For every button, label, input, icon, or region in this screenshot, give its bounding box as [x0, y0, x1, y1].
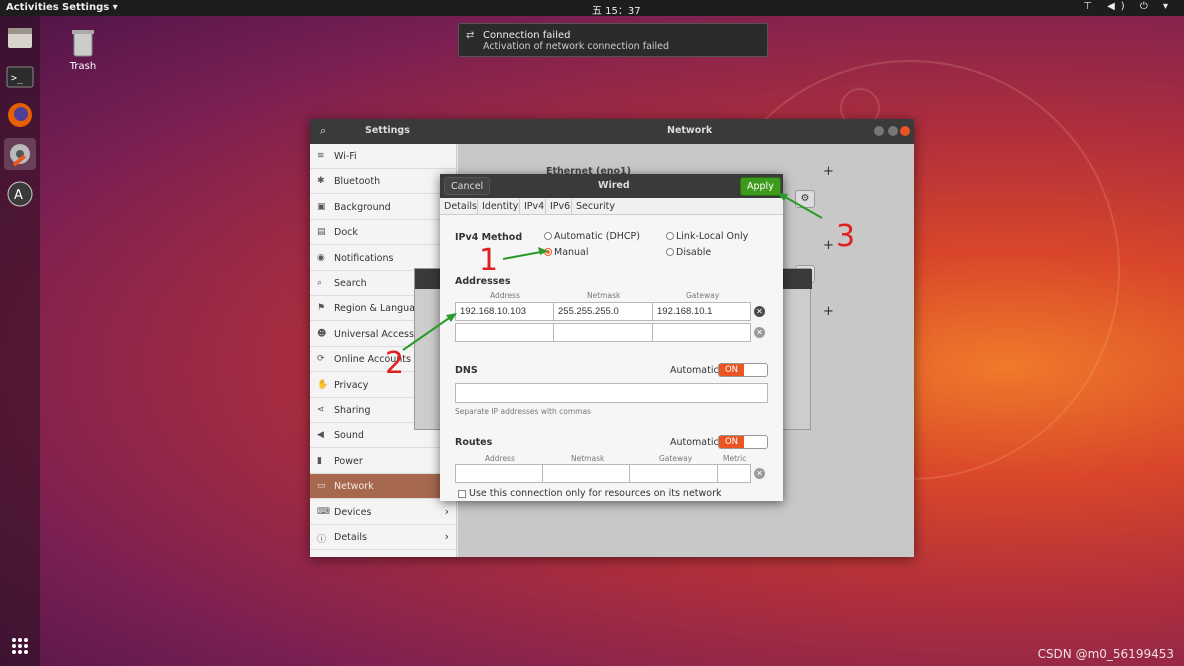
annotation-arrows: [402, 193, 823, 351]
watermark: CSDN @m0_56199453: [1037, 647, 1174, 661]
annotation-number-1: 1: [479, 243, 499, 278]
annotation-number-2: 2: [385, 346, 405, 381]
annotation-number-3: 3: [836, 219, 856, 254]
